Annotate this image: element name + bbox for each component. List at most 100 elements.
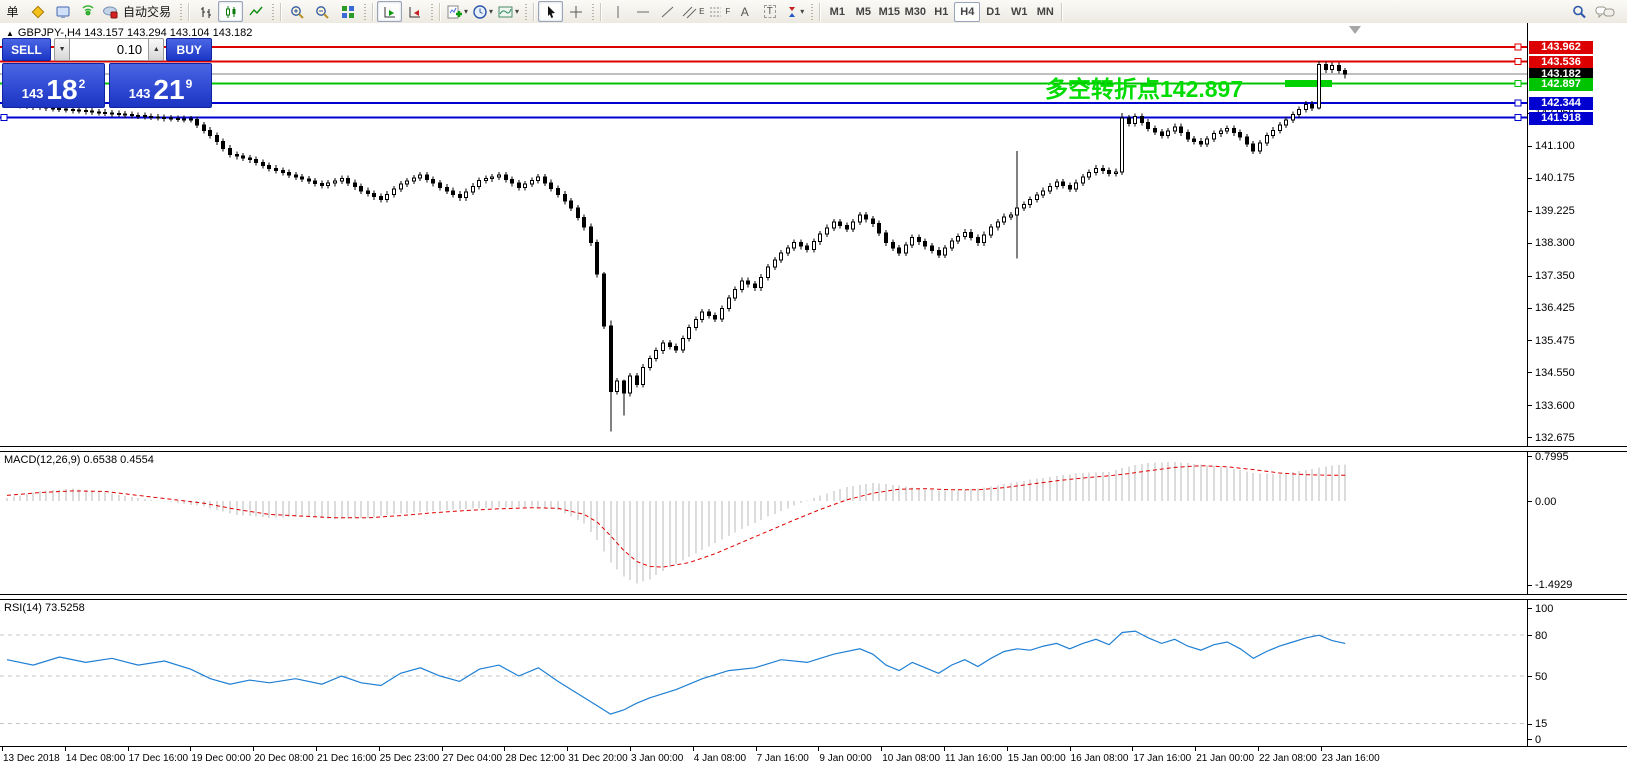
macd-tick-label: 0.00 xyxy=(1528,495,1556,508)
terminal-icon xyxy=(55,4,71,20)
signals-button[interactable] xyxy=(75,1,100,22)
rsi-label: RSI(14) 73.5258 xyxy=(4,602,85,614)
time-tick xyxy=(1258,747,1259,751)
pane-divider[interactable] xyxy=(0,446,1627,452)
price-tick-label: 138.300 xyxy=(1528,237,1575,250)
time-label: 15 Jan 00:00 xyxy=(1008,753,1066,764)
time-label: 4 Jan 08:00 xyxy=(694,753,746,764)
new-order-button[interactable]: 单 xyxy=(0,1,25,22)
time-tick xyxy=(1321,747,1322,751)
buy-price-sup: 9 xyxy=(186,77,193,91)
rsi-canvas[interactable] xyxy=(0,598,1527,746)
periods-button[interactable]: ▾ xyxy=(470,1,495,22)
horizontal-line-icon xyxy=(635,4,651,20)
clock-icon xyxy=(472,4,488,20)
horizontal-line-button[interactable] xyxy=(630,1,655,22)
timeframe-button-mn[interactable]: MN xyxy=(1032,2,1058,22)
toolbar-separator xyxy=(280,3,282,21)
sell-price-button[interactable]: 143182 xyxy=(2,63,105,108)
volume-input[interactable] xyxy=(70,38,148,61)
channel-icon xyxy=(682,4,698,20)
price-tick-label: 133.600 xyxy=(1528,399,1575,412)
trendline-button[interactable] xyxy=(655,1,680,22)
rsi-tick-label: 50 xyxy=(1528,670,1547,683)
tile-windows-button[interactable] xyxy=(335,1,360,22)
volume-decrease-button[interactable]: ▼ xyxy=(54,38,70,61)
text-tool-letter: A xyxy=(741,5,749,19)
equidistant-channel-button[interactable]: E xyxy=(680,1,706,22)
one-click-trading-panel: SELL ▼ ▲ BUY 143182 143219 xyxy=(2,38,212,108)
pane-divider[interactable] xyxy=(0,594,1627,600)
macd-axis[interactable]: 0.79950.00-1.4929 xyxy=(1527,450,1627,594)
time-tick xyxy=(944,747,945,751)
main-toolbar: 单 自动交易 ▾ xyxy=(0,0,1627,24)
timeframe-button-m5[interactable]: M5 xyxy=(850,2,876,22)
time-tick xyxy=(756,747,757,751)
time-tick xyxy=(504,747,505,751)
zoom-out-button[interactable] xyxy=(310,1,335,22)
macd-label: MACD(12,26,9) 0.6538 0.4554 xyxy=(4,454,154,466)
buy-button[interactable]: BUY xyxy=(166,38,212,61)
volume-increase-button[interactable]: ▲ xyxy=(148,38,164,61)
search-button[interactable] xyxy=(1567,1,1592,22)
timeframe-button-d1[interactable]: D1 xyxy=(980,2,1006,22)
timeframe-button-w1[interactable]: W1 xyxy=(1006,2,1032,22)
fibonacci-button[interactable]: F xyxy=(706,1,732,22)
rsi-axis[interactable]: 1008050150 xyxy=(1527,598,1627,746)
timeframe-button-m1[interactable]: M1 xyxy=(824,2,850,22)
candlestick-chart-button[interactable] xyxy=(218,1,243,22)
price-line-label: 143.536 xyxy=(1529,56,1593,69)
time-tick xyxy=(128,747,129,751)
time-label: 21 Jan 00:00 xyxy=(1196,753,1254,764)
dropdown-arrow-icon: ▾ xyxy=(515,7,519,16)
timeframe-button-h4[interactable]: H4 xyxy=(954,2,980,22)
candlestick-canvas[interactable] xyxy=(0,23,1527,446)
text-label-button[interactable]: T xyxy=(757,1,782,22)
chart-shift-button[interactable] xyxy=(402,1,427,22)
candlestick-chart-icon xyxy=(223,4,239,20)
text-button[interactable]: A xyxy=(732,1,757,22)
price-line-label: 143.962 xyxy=(1529,41,1593,54)
price-tick-label: 140.175 xyxy=(1528,172,1575,185)
arrows-button[interactable]: ▾ xyxy=(782,1,807,22)
price-axis[interactable]: 142.050141.100140.175139.225138.300137.3… xyxy=(1527,23,1627,446)
profile-icon xyxy=(30,4,46,20)
trendline-icon xyxy=(660,4,676,20)
time-label: 28 Dec 12:00 xyxy=(505,753,565,764)
buy-price-prefix: 143 xyxy=(129,86,151,101)
time-tick xyxy=(1195,747,1196,751)
toolbar-grip xyxy=(523,4,528,20)
time-tick xyxy=(65,747,66,751)
zoom-in-icon xyxy=(289,4,306,20)
macd-canvas[interactable] xyxy=(0,450,1527,594)
indicators-button[interactable]: ▾ xyxy=(444,1,470,22)
line-chart-button[interactable] xyxy=(243,1,268,22)
auto-scroll-icon xyxy=(382,4,398,20)
buy-price-button[interactable]: 143219 xyxy=(109,63,212,108)
terminal-button[interactable] xyxy=(50,1,75,22)
zoom-in-button[interactable] xyxy=(285,1,310,22)
price-tick-label: 132.675 xyxy=(1528,431,1575,444)
timeframe-button-h1[interactable]: H1 xyxy=(928,2,954,22)
sell-button[interactable]: SELL xyxy=(2,38,51,61)
time-axis[interactable]: 13 Dec 201814 Dec 08:0017 Dec 16:0019 De… xyxy=(0,746,1627,771)
chart-shift-icon[interactable] xyxy=(1349,26,1361,34)
time-tick xyxy=(818,747,819,751)
bar-chart-button[interactable] xyxy=(193,1,218,22)
timeframe-button-m30[interactable]: M30 xyxy=(902,2,928,22)
vertical-line-button[interactable] xyxy=(605,1,630,22)
chat-button[interactable] xyxy=(1592,1,1617,22)
time-label: 21 Dec 16:00 xyxy=(317,753,377,764)
timeframe-button-m15[interactable]: M15 xyxy=(876,2,902,22)
crosshair-button[interactable] xyxy=(563,1,588,22)
templates-button[interactable]: ▾ xyxy=(495,1,521,22)
time-label: 7 Jan 16:00 xyxy=(757,753,809,764)
cursor-icon xyxy=(543,4,559,20)
time-label: 17 Jan 16:00 xyxy=(1133,753,1191,764)
profiles-button[interactable] xyxy=(25,1,50,22)
auto-scroll-button[interactable] xyxy=(377,1,402,22)
pivot-annotation-text[interactable]: 多空转折点142.897 xyxy=(1045,70,1243,104)
cursor-button[interactable] xyxy=(538,1,563,22)
autotrading-button[interactable]: 自动交易 xyxy=(100,1,176,22)
tile-windows-icon xyxy=(340,4,356,20)
